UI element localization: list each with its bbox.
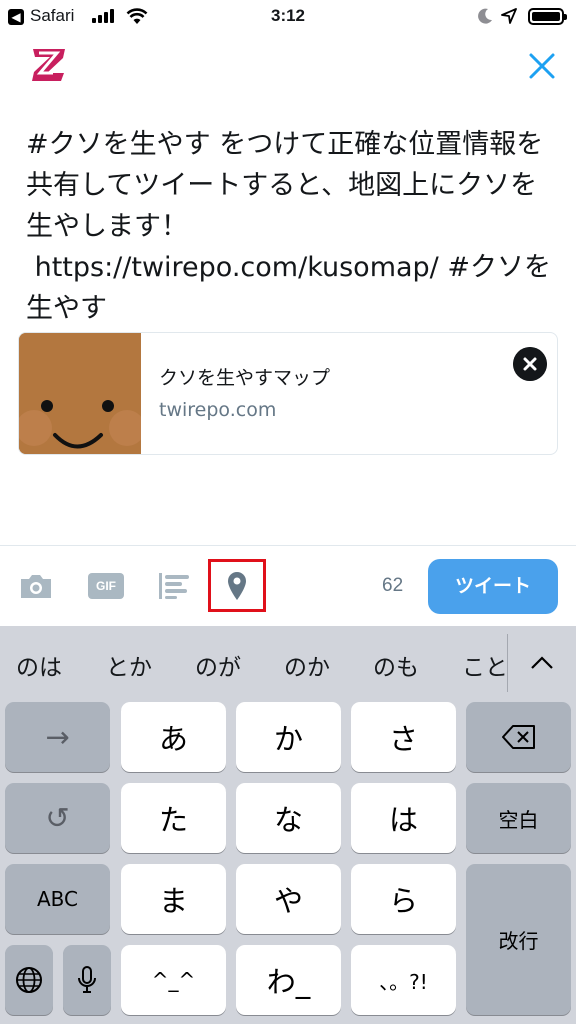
link-preview-card[interactable]: クソを生やすマップ twirepo.com bbox=[18, 332, 558, 455]
suggestion-item[interactable]: のも bbox=[373, 648, 419, 682]
japanese-kana-keyboard: のは とか のが のか のも こと → あ か さ ↺ た な は 空白 ABC… bbox=[0, 626, 576, 1024]
globe-key[interactable] bbox=[5, 945, 53, 1015]
key-ra[interactable]: ら bbox=[351, 864, 456, 934]
suggestion-item[interactable]: のは bbox=[16, 648, 62, 682]
next-candidate-key[interactable]: → bbox=[5, 702, 110, 772]
key-punctuation[interactable]: 、。?! bbox=[351, 945, 456, 1015]
prediction-bar: のは とか のが のか のも こと bbox=[0, 626, 576, 698]
key-kaomoji[interactable]: ^_^ bbox=[121, 945, 226, 1015]
microphone-icon bbox=[78, 966, 96, 993]
suggestion-divider bbox=[507, 634, 508, 692]
backspace-key[interactable] bbox=[466, 702, 571, 772]
key-sa[interactable]: さ bbox=[351, 702, 456, 772]
key-na[interactable]: な bbox=[236, 783, 341, 853]
location-highlight-box bbox=[208, 559, 266, 612]
suggestion-item[interactable]: とか bbox=[106, 648, 152, 682]
globe-icon bbox=[16, 967, 42, 993]
remove-card-icon[interactable] bbox=[513, 347, 547, 381]
gif-icon[interactable]: GIF bbox=[88, 573, 124, 599]
key-ma[interactable]: ま bbox=[121, 864, 226, 934]
key-ha[interactable]: は bbox=[351, 783, 456, 853]
space-key[interactable]: 空白 bbox=[466, 783, 571, 853]
compose-toolbar: GIF 62 ツイート bbox=[0, 545, 576, 626]
battery-icon bbox=[528, 8, 567, 25]
key-ya[interactable]: や bbox=[236, 864, 341, 934]
chevron-up-icon[interactable] bbox=[527, 648, 557, 678]
key-ta[interactable]: た bbox=[121, 783, 226, 853]
tweet-button[interactable]: ツイート bbox=[428, 559, 558, 614]
suggestion-item[interactable]: のが bbox=[195, 648, 241, 682]
key-ka[interactable]: か bbox=[236, 702, 341, 772]
key-a[interactable]: あ bbox=[121, 702, 226, 772]
key-wa[interactable]: わ_ bbox=[236, 945, 341, 1015]
suggestion-item[interactable]: のか bbox=[284, 648, 330, 682]
dictation-key[interactable] bbox=[63, 945, 111, 1015]
card-domain: twirepo.com bbox=[159, 399, 277, 421]
tweet-compose-text[interactable]: #クソを生やす をつけて正確な位置情報を共有してツイートすると、地図上にクソを生… bbox=[26, 124, 556, 329]
card-title: クソを生やすマップ bbox=[159, 367, 331, 389]
do-not-disturb-moon-icon bbox=[478, 8, 492, 24]
close-icon[interactable] bbox=[526, 50, 558, 82]
poll-icon[interactable] bbox=[156, 568, 192, 604]
camera-icon[interactable] bbox=[18, 568, 54, 604]
card-thumbnail-image bbox=[19, 333, 141, 454]
undo-key[interactable]: ↺ bbox=[5, 783, 110, 853]
delete-backward-icon bbox=[501, 725, 535, 749]
suggestion-item[interactable]: こと bbox=[462, 648, 507, 682]
return-key[interactable]: 改行 bbox=[466, 864, 571, 1015]
abc-key[interactable]: ABC bbox=[5, 864, 110, 934]
status-bar: ◀ Safari 3:12 bbox=[0, 0, 576, 34]
character-count: 62 bbox=[382, 575, 404, 596]
location-arrow-icon bbox=[501, 8, 517, 24]
zenback-logo-icon bbox=[32, 49, 65, 81]
